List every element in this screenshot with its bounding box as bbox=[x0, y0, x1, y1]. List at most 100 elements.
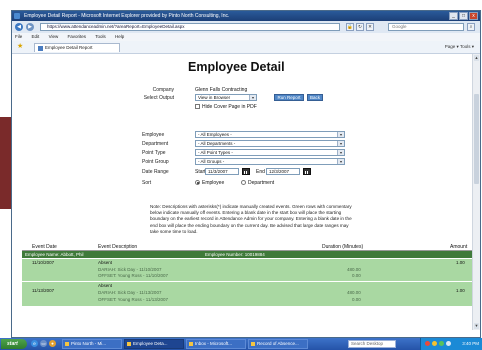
taskbar-item-label: Inbox - Microsoft... bbox=[195, 341, 233, 346]
employee-name: Employee Name: Abbott, Phil bbox=[25, 252, 84, 257]
taskbar-item-label: Pinto North - Mi... bbox=[71, 341, 107, 346]
favorites-star-icon[interactable]: ★ bbox=[17, 43, 23, 51]
calendar-icon[interactable] bbox=[303, 168, 311, 175]
refresh-icon[interactable]: ↻ bbox=[356, 23, 364, 31]
row-duration-2: 0.00 bbox=[352, 297, 361, 302]
row-event: Absent bbox=[98, 260, 113, 265]
sort-label: Sort bbox=[142, 180, 152, 186]
menu-favorites[interactable]: Favorites bbox=[68, 34, 87, 39]
menu-view[interactable]: View bbox=[49, 34, 59, 39]
start-label: Start bbox=[195, 169, 206, 175]
search-icon[interactable]: ⌕ bbox=[467, 23, 475, 31]
col-duration: Duration (Minutes) bbox=[322, 244, 364, 250]
sort-employee-label: Employee bbox=[202, 180, 225, 186]
update-icon[interactable] bbox=[446, 341, 451, 346]
window-icon bbox=[189, 342, 193, 346]
chevron-down-icon: ▾ bbox=[249, 95, 256, 100]
chevron-down-icon: ▾ bbox=[337, 150, 344, 155]
sort-employee-radio[interactable] bbox=[195, 180, 200, 185]
browser-window: Employee Detail Report - Microsoft Inter… bbox=[11, 10, 481, 338]
date-range-label: Date Range bbox=[142, 169, 169, 175]
scroll-up-icon[interactable]: ▲ bbox=[474, 55, 479, 61]
row-detail-2: OFFSET: Young Ross - 11/13/2007 bbox=[98, 297, 168, 302]
employee-select-value: - All Employees - bbox=[198, 132, 232, 137]
row-event: Absent bbox=[98, 283, 113, 288]
start-date-input[interactable]: 11/3/2007 bbox=[205, 168, 239, 175]
taskbar: start e ▭ ● Pinto North - Mi... Employee… bbox=[0, 338, 482, 350]
point-type-select[interactable]: - All Point Types - ▾ bbox=[195, 149, 345, 156]
window-icon bbox=[65, 342, 69, 346]
menu-edit[interactable]: Edit bbox=[32, 34, 40, 39]
desktop: Employee Detail Report - Microsoft Inter… bbox=[0, 0, 482, 350]
minimize-button[interactable]: _ bbox=[449, 12, 458, 20]
report-note: Note: Descriptions with asterisks(*) ind… bbox=[150, 204, 352, 234]
network-icon[interactable] bbox=[432, 341, 437, 346]
sort-department-label: Department bbox=[248, 180, 275, 186]
row-amount: 1.00 bbox=[456, 288, 465, 293]
url-input[interactable]: https://www.attendanceadmin.net/?areaRep… bbox=[40, 23, 340, 31]
employee-label: Employee bbox=[142, 132, 165, 138]
window-controls: _ □ x bbox=[449, 12, 478, 20]
output-select-value: View in Browser bbox=[198, 95, 231, 100]
table-row: 11/10/2007 Absent DARIAH: Sick Day - 11/… bbox=[22, 259, 474, 281]
taskbar-item-pinto[interactable]: Pinto North - Mi... bbox=[62, 339, 122, 349]
employee-number: Employee Number: 10019884 bbox=[205, 252, 265, 257]
sort-department-radio[interactable] bbox=[241, 180, 246, 185]
menu-tools[interactable]: Tools bbox=[95, 34, 106, 39]
employee-bar: Employee Name: Abbott, Phil Employee Num… bbox=[22, 251, 474, 258]
scrollbar-thumb[interactable] bbox=[474, 94, 479, 184]
start-button[interactable]: start bbox=[1, 339, 27, 349]
menu-help[interactable]: Help bbox=[115, 34, 124, 39]
vertical-scrollbar[interactable]: ▲ ▼ bbox=[472, 54, 480, 330]
row-detail-2: OFFSET: Young Ross - 11/10/2007 bbox=[98, 273, 168, 278]
back-button[interactable]: ◀ bbox=[15, 23, 23, 31]
tab-label: Employee Detail Report bbox=[45, 45, 93, 50]
security-icon[interactable] bbox=[425, 341, 430, 346]
company-label: Company bbox=[152, 87, 174, 93]
menu-file[interactable]: File bbox=[15, 34, 22, 39]
output-select[interactable]: View in Browser ▾ bbox=[195, 94, 257, 101]
taskbar-item-label: Record of Absence... bbox=[257, 341, 299, 346]
taskbar-item-record[interactable]: Record of Absence... bbox=[248, 339, 308, 349]
point-group-select[interactable]: - All Groups - ▾ bbox=[195, 158, 345, 165]
page-title: Employee Detail bbox=[188, 60, 285, 74]
window-icon bbox=[127, 342, 131, 346]
window-icon bbox=[251, 342, 255, 346]
lock-icon: 🔒 bbox=[346, 23, 354, 31]
taskbar-item-inbox[interactable]: Inbox - Microsoft... bbox=[186, 339, 246, 349]
output-label: Select Output bbox=[143, 95, 174, 101]
command-bar[interactable]: Page ▾ Tools ▾ bbox=[445, 43, 474, 51]
row-amount: 1.00 bbox=[456, 260, 465, 265]
table-row: 11/13/2007 Absent DARIAH: Sick Day - 11/… bbox=[22, 282, 474, 306]
desktop-search-input[interactable]: Search Desktop bbox=[348, 340, 396, 348]
end-date-input[interactable]: 12/3/2007 bbox=[266, 168, 300, 175]
scroll-down-icon[interactable]: ▼ bbox=[474, 323, 479, 329]
desktop-quicklaunch-icon[interactable]: ▭ bbox=[40, 340, 47, 347]
company-value: Glenn Falls Contracting bbox=[195, 87, 248, 93]
row-duration-1: 480.00 bbox=[347, 290, 361, 295]
run-report-button[interactable]: Run Report bbox=[274, 94, 304, 101]
hide-cover-checkbox[interactable] bbox=[195, 104, 200, 109]
maximize-button[interactable]: □ bbox=[459, 12, 468, 20]
ie-quicklaunch-icon[interactable]: e bbox=[31, 340, 38, 347]
row-duration-1: 480.00 bbox=[347, 267, 361, 272]
taskbar-item-label: Employee Deta... bbox=[133, 341, 168, 346]
department-select[interactable]: - All Departments - ▾ bbox=[195, 140, 345, 147]
search-input[interactable]: Google bbox=[388, 23, 464, 31]
hide-cover-label: Hide Cover Page in PDF bbox=[202, 104, 257, 110]
calendar-icon[interactable] bbox=[242, 168, 250, 175]
title-bar: Employee Detail Report - Microsoft Inter… bbox=[12, 11, 480, 21]
forward-button[interactable]: ▶ bbox=[26, 23, 34, 31]
stop-icon[interactable]: ✕ bbox=[366, 23, 374, 31]
close-button[interactable]: x bbox=[469, 12, 478, 20]
page-icon bbox=[38, 46, 43, 51]
point-type-label: Point Type bbox=[142, 150, 166, 156]
back-report-button[interactable]: Back bbox=[307, 94, 323, 101]
media-quicklaunch-icon[interactable]: ● bbox=[49, 340, 56, 347]
col-event-description: Event Description bbox=[98, 244, 138, 250]
taskbar-item-employee-detail[interactable]: Employee Deta... bbox=[124, 339, 184, 349]
volume-icon[interactable] bbox=[439, 341, 444, 346]
employee-select[interactable]: - All Employees - ▾ bbox=[195, 131, 345, 138]
chevron-down-icon: ▾ bbox=[337, 141, 344, 146]
tab-employee-detail[interactable]: Employee Detail Report bbox=[34, 43, 120, 52]
